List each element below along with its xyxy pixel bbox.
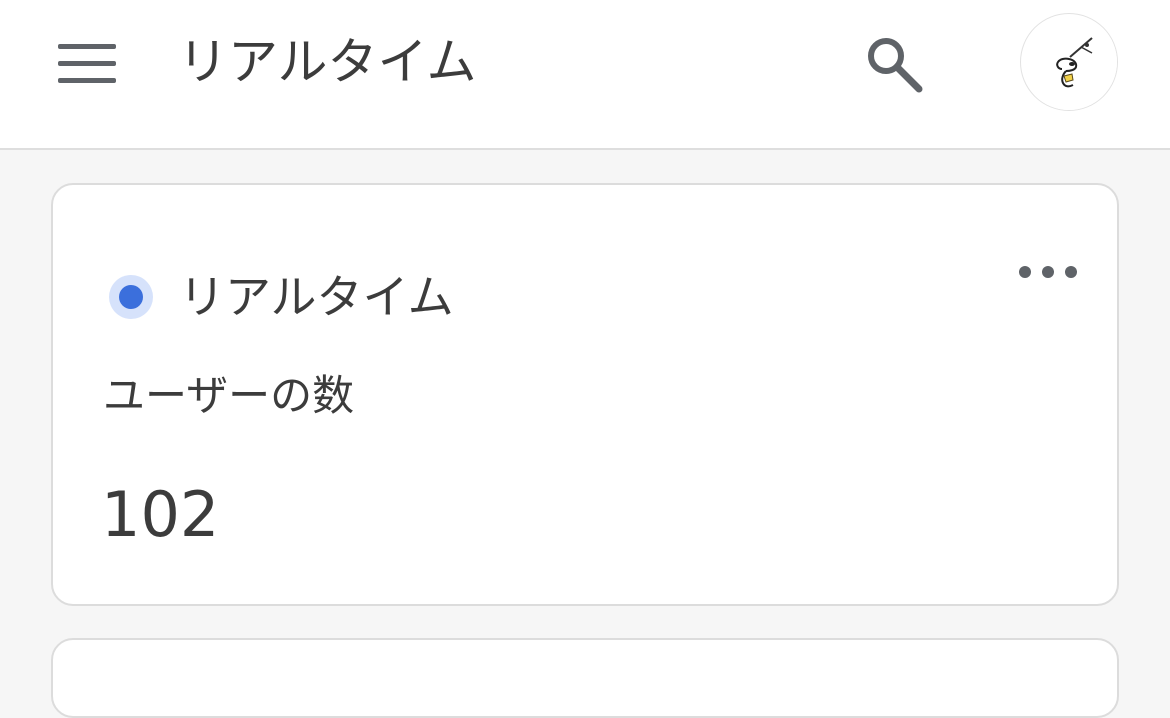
- page-title: リアルタイム: [178, 33, 477, 91]
- card-title: リアルタイム: [179, 270, 454, 324]
- live-status-icon: [109, 275, 153, 319]
- app-bar: リアルタイム: [0, 0, 1170, 150]
- next-card: [51, 638, 1119, 718]
- avatar[interactable]: [1020, 13, 1118, 111]
- menu-icon[interactable]: [58, 44, 118, 84]
- search-icon[interactable]: [864, 34, 924, 94]
- metric-value: 102: [101, 478, 220, 551]
- realtime-card: リアルタイム ユーザーの数 102: [51, 183, 1119, 606]
- metric-label: ユーザーの数: [103, 371, 355, 420]
- more-options-button[interactable]: [1019, 255, 1083, 289]
